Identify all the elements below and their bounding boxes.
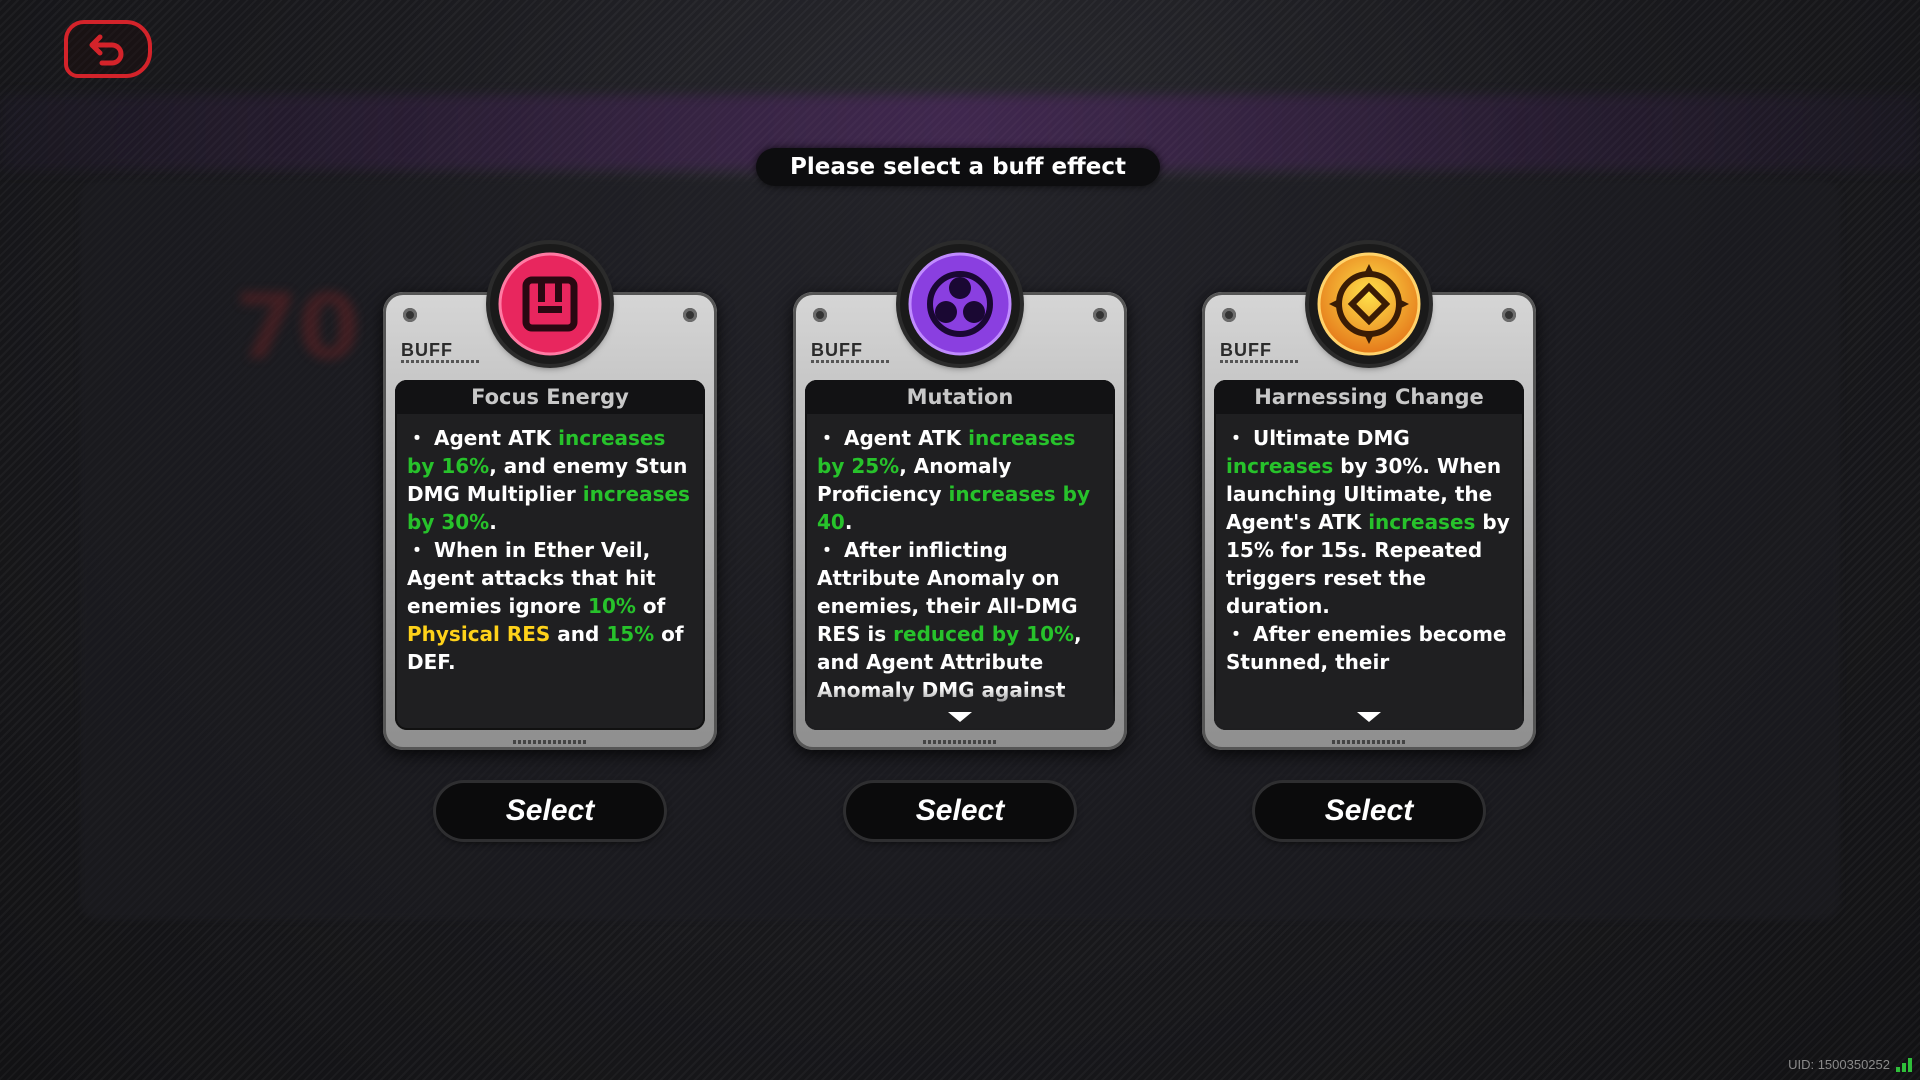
overflow-fade	[805, 688, 1115, 730]
game-screen: 70 Please select a buff effect BUFF Focu…	[0, 0, 1920, 1080]
screw-icon	[1222, 308, 1236, 322]
screw-icon	[683, 308, 697, 322]
card-title: Focus Energy	[395, 380, 705, 414]
description-text: .	[844, 510, 853, 534]
card-description-panel: Focus Energy ・ Agent ATK increases by 16…	[395, 380, 705, 730]
description-text: ・ Agent ATK	[407, 426, 559, 450]
card-footer-mark	[1332, 740, 1406, 744]
buff-card[interactable]: BUFF Harnessing Change ・ Ultimate DMG in…	[1202, 244, 1536, 750]
gear-emblem-icon	[1309, 244, 1429, 364]
page-title: Please select a buff effect	[756, 148, 1160, 186]
scroll-down-indicator-icon[interactable]	[1357, 712, 1381, 722]
background-number: 70	[235, 275, 361, 380]
card-footer-mark	[513, 740, 587, 744]
select-button[interactable]: Select	[1255, 783, 1483, 839]
description-text: reduced by 10%	[893, 622, 1075, 646]
card-description-panel: Harnessing Change ・ Ultimate DMG increas…	[1214, 380, 1524, 730]
buff-tag-underline	[401, 360, 481, 363]
buff-tag-underline	[1220, 360, 1300, 363]
card-description: ・ Agent ATK increases by 16%, and enemy …	[395, 414, 705, 676]
card-description: ・ Ultimate DMG increases by 30%. When la…	[1214, 414, 1524, 676]
return-arrow-icon	[89, 34, 124, 66]
description-text: ・ Ultimate DMG	[1226, 426, 1410, 450]
back-button[interactable]	[64, 20, 152, 78]
description-text: increases	[1226, 454, 1334, 478]
card-footer-mark	[923, 740, 997, 744]
buff-tag-underline	[811, 360, 891, 363]
trefoil-emblem-icon	[900, 244, 1020, 364]
description-text: of	[635, 594, 666, 618]
screw-icon	[1093, 308, 1107, 322]
description-text: .	[489, 510, 497, 534]
select-button[interactable]: Select	[436, 783, 664, 839]
signal-strength-icon	[1896, 1058, 1912, 1072]
description-text: ・ Agent ATK	[817, 426, 969, 450]
description-paragraph: ・ Ultimate DMG increases by 30%. When la…	[1226, 424, 1512, 620]
description-text: Physical RES	[407, 622, 551, 646]
buff-tag: BUFF	[401, 340, 453, 360]
description-text: ・ After enemies become Stunned, their	[1226, 622, 1507, 674]
scroll-down-indicator-icon[interactable]	[948, 712, 972, 722]
description-paragraph: ・ Agent ATK increases by 16%, and enemy …	[407, 424, 693, 536]
overflow-fade	[1214, 688, 1524, 730]
description-text: increases	[1368, 510, 1476, 534]
buff-tag: BUFF	[811, 340, 863, 360]
grid-square-emblem-icon	[490, 244, 610, 364]
buff-card[interactable]: BUFF Mutation ・ Agent ATK increases by 2…	[793, 244, 1127, 750]
description-text: 15%	[606, 622, 655, 646]
card-description: ・ Agent ATK increases by 25%, Anomaly Pr…	[805, 414, 1115, 704]
card-title: Mutation	[805, 380, 1115, 414]
card-title: Harnessing Change	[1214, 380, 1524, 414]
screw-icon	[1502, 308, 1516, 322]
buff-card[interactable]: BUFF Focus Energy ・ Agent ATK increases …	[383, 244, 717, 750]
screw-icon	[813, 308, 827, 322]
description-paragraph: ・ Agent ATK increases by 25%, Anomaly Pr…	[817, 424, 1103, 536]
screw-icon	[403, 308, 417, 322]
select-button[interactable]: Select	[846, 783, 1074, 839]
card-description-panel: Mutation ・ Agent ATK increases by 25%, A…	[805, 380, 1115, 730]
user-id: UID: 1500350252	[1788, 1057, 1890, 1072]
description-paragraph: ・ After enemies become Stunned, their	[1226, 620, 1512, 676]
description-paragraph: ・ After inflicting Attribute Anomaly on …	[817, 536, 1103, 704]
description-text: 10%	[588, 594, 636, 618]
buff-tag: BUFF	[1220, 340, 1272, 360]
description-paragraph: ・ When in Ether Veil, Agent attacks that…	[407, 536, 693, 676]
description-text: and	[550, 622, 607, 646]
